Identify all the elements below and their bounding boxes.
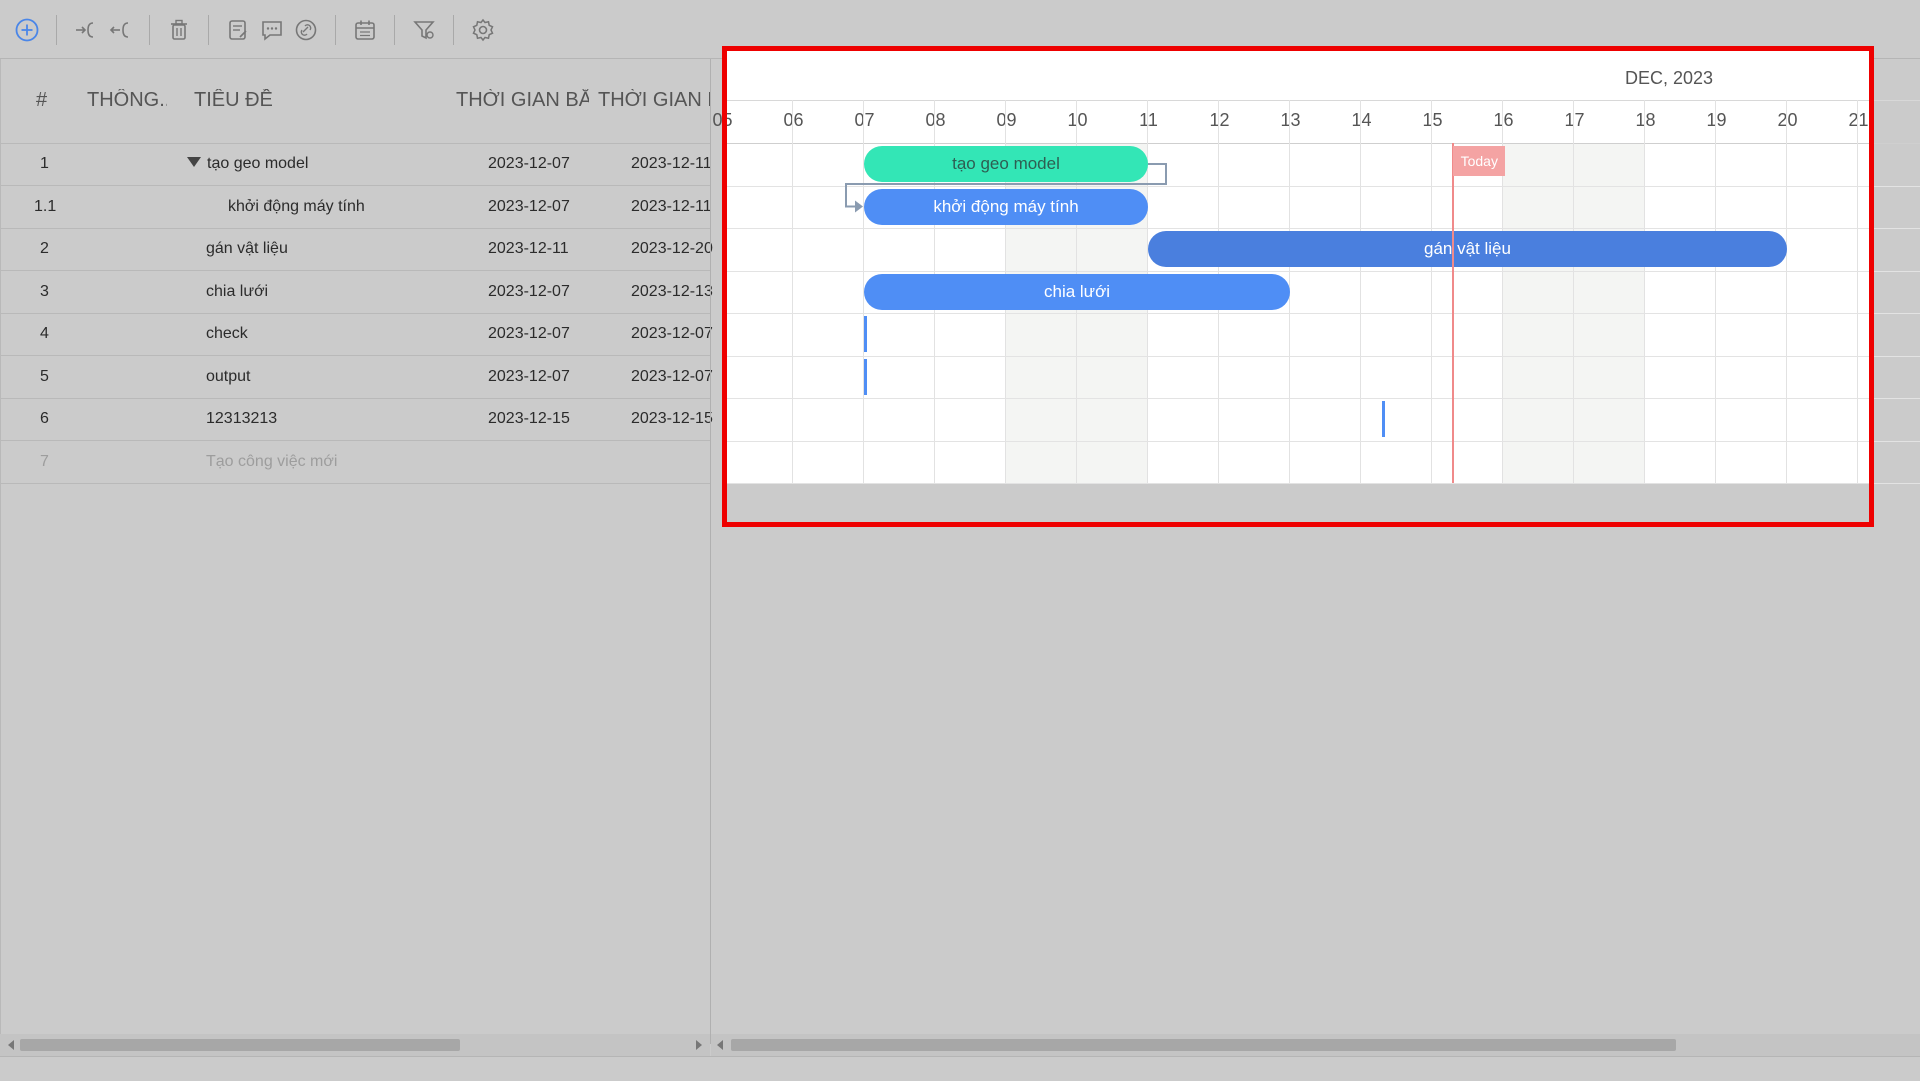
table-row[interactable]: 4 check 2023-12-07 2023-12-07 (1, 313, 713, 356)
row-gridline (722, 483, 1920, 484)
row-number: 2 (40, 240, 49, 257)
settings-icon[interactable] (466, 13, 500, 47)
row-title-text: chia lưới (206, 282, 269, 300)
row-start-date: 2023-12-07 (488, 367, 570, 385)
calendar-icon[interactable] (348, 13, 382, 47)
row-title[interactable]: check (206, 325, 248, 343)
column-header-info[interactable]: THÔNG... (87, 89, 167, 112)
filter-icon[interactable] (407, 13, 441, 47)
add-task-icon[interactable] (10, 13, 44, 47)
row-title[interactable]: khởi động máy tính (228, 198, 365, 216)
milestone-marker[interactable] (864, 358, 867, 395)
table-row[interactable]: 2 gán vật liệu 2023-12-11 2023-12-20 (1, 228, 713, 271)
today-marker-line (1452, 143, 1455, 483)
comment-icon[interactable] (255, 13, 289, 47)
toolbar-separator (56, 15, 57, 45)
table-row[interactable]: 1.1 khởi động máy tính 2023-12-07 2023-12-1… (1, 186, 712, 229)
row-number: 4 (40, 325, 49, 342)
row-end-date: 2023-12-07 (631, 325, 713, 342)
timeline-area: DEC, 2023 05 06 07 08 09 10 11 12 13 14 15 16 17 18 19… (712, 46, 1920, 484)
row-end-date: 2023-12-11 (631, 155, 712, 172)
scroll-left-arrow[interactable] (8, 1040, 14, 1050)
chart-horizontal-scrollbar[interactable] (711, 1034, 1920, 1056)
row-end-date: 2023-12-20 (631, 240, 713, 257)
row-start-date: 2023-12-07 (488, 282, 570, 300)
row-number: 7 (40, 452, 49, 470)
row-end-date: 2023-12-13 (631, 282, 713, 300)
pane-divider[interactable] (710, 59, 711, 1044)
row-title-text: 12313213 (206, 410, 278, 427)
new-task-row[interactable]: 7 Tạo công việc mới (1, 441, 711, 484)
row-number: 1 (40, 155, 49, 172)
new-task-placeholder[interactable]: Tạo công việc mới (206, 453, 337, 471)
delete-icon[interactable] (162, 13, 196, 47)
row-title[interactable]: tạo geo model (187, 155, 308, 173)
collapse-caret-icon[interactable] (187, 156, 201, 167)
task-grid: # THÔNG... TIÊU ĐỀ THỜI GIAN BẮ... THỜI … (0, 59, 713, 1044)
toolbar-separator (208, 15, 209, 45)
row-title-text: check (206, 325, 248, 342)
today-badge: Today (1453, 146, 1506, 176)
row-start-date: 2023-12-11 (488, 240, 569, 257)
row-start-date: 2023-12-15 (488, 410, 570, 427)
row-start-date: 2023-12-07 (488, 197, 570, 215)
task-bar[interactable]: khởi động máy tính (864, 188, 1148, 225)
row-title[interactable]: chia lưới (206, 283, 268, 301)
dependency-arrow (855, 200, 863, 213)
row-title[interactable]: gán vật liệu (206, 240, 288, 258)
table-row[interactable]: 5 output 2023-12-07 2023-12-07 (1, 356, 713, 399)
chart-scroll-thumb[interactable] (731, 1039, 1676, 1051)
table-row[interactable]: 3 chia lưới 2023-12-07 2023-12-13 (1, 271, 713, 314)
task-bar[interactable]: chia lưới (864, 273, 1290, 310)
gantt-chart: DEC, 2023 05 06 07 08 09 10 11 12 13 14 15 16 17 18 19… (712, 46, 1920, 1036)
row-start-date: 2023-12-07 (488, 325, 570, 342)
column-header-number[interactable]: # (36, 89, 47, 112)
project-bar[interactable]: tạo geo model (864, 146, 1148, 182)
row-title-text: output (206, 367, 251, 385)
row-title-text: khởi động máy tính (228, 197, 365, 215)
toolbar-separator (453, 15, 454, 45)
notes-icon[interactable] (221, 13, 255, 47)
grid-header: # THÔNG... TIÊU ĐỀ THỜI GIAN BẮ... THỜI … (1, 59, 711, 144)
row-number: 6 (40, 410, 49, 427)
column-header-title[interactable]: TIÊU ĐỀ (194, 89, 273, 112)
row-number: 5 (40, 367, 49, 385)
column-header-end-time[interactable]: THỜI GIAN KẾ (598, 89, 711, 112)
row-title-text: gán vật liệu (206, 240, 288, 257)
grid-horizontal-scrollbar[interactable] (0, 1034, 710, 1056)
row-number: 1.1 (34, 197, 57, 215)
footer-bar (0, 1056, 1920, 1081)
milestone-marker[interactable] (864, 316, 867, 352)
row-title-text: tạo geo model (207, 155, 309, 172)
row-title[interactable]: 12313213 (206, 410, 277, 428)
row-start-date: 2023-12-07 (488, 155, 570, 172)
row-end-date: 2023-12-15 (631, 410, 713, 427)
milestone-marker[interactable] (1382, 401, 1386, 437)
link-icon[interactable] (289, 13, 323, 47)
table-row[interactable]: 1 tạo geo model 2023-12-07 2023-12-11 (1, 143, 712, 186)
outdent-icon[interactable] (103, 13, 137, 47)
task-bar[interactable]: gán vật liệu (1148, 231, 1787, 267)
toolbar-separator (394, 15, 395, 45)
scroll-right-arrow[interactable] (696, 1040, 702, 1050)
row-end-date: 2023-12-11 (631, 197, 712, 215)
table-row[interactable]: 6 12313213 2023-12-15 2023-12-15 (1, 398, 713, 441)
row-number: 3 (40, 282, 49, 300)
toolbar-separator (335, 15, 336, 45)
row-end-date: 2023-12-07 (631, 367, 713, 385)
grid-scroll-thumb[interactable] (20, 1039, 460, 1051)
scroll-left-arrow[interactable] (717, 1040, 723, 1050)
toolbar-separator (149, 15, 150, 45)
column-header-start-time[interactable]: THỜI GIAN BẮ... (456, 89, 589, 112)
row-title[interactable]: output (206, 368, 250, 386)
indent-icon[interactable] (69, 13, 103, 47)
